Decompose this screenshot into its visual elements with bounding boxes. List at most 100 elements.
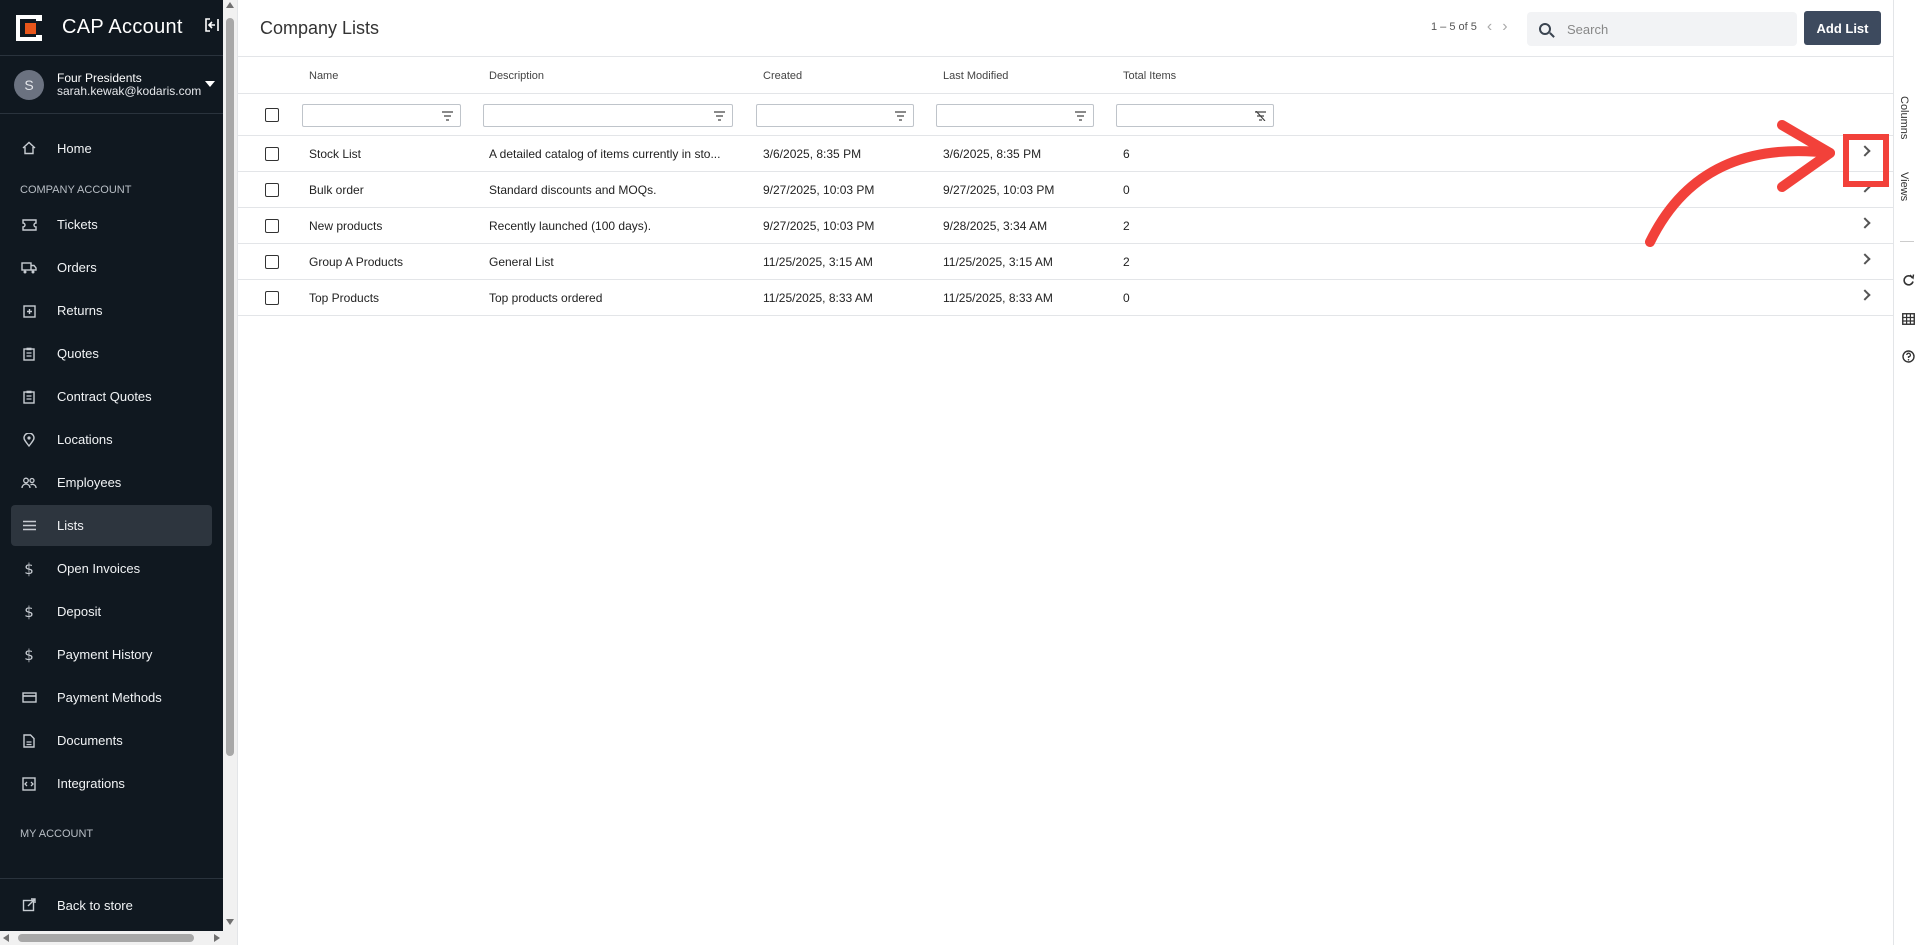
sidebar-item-label: Tickets: [57, 217, 98, 232]
last-modified-filter-input[interactable]: [936, 104, 1094, 127]
total-items-filter-input[interactable]: [1116, 104, 1274, 127]
sidebar-item-locations[interactable]: Locations: [11, 419, 212, 460]
sidebar-item-home[interactable]: Home: [11, 128, 212, 168]
sidebar-item-label: Orders: [57, 260, 97, 275]
cell-total-items: 2: [1123, 219, 1130, 233]
sidebar-item-quotes[interactable]: Quotes: [11, 333, 212, 374]
row-checkbox[interactable]: [265, 147, 279, 161]
column-header-description[interactable]: Description: [489, 70, 544, 82]
sidebar-item-documents[interactable]: Documents: [11, 720, 212, 761]
filter-icon[interactable]: [442, 111, 453, 121]
table-row[interactable]: New products Recently launched (100 days)…: [238, 208, 1894, 244]
filter-icon[interactable]: [714, 111, 725, 121]
name-filter-input[interactable]: [302, 104, 461, 127]
rail-divider: [1900, 241, 1914, 242]
sidebar-item-label: Payment Methods: [57, 690, 162, 705]
integration-icon: [21, 776, 37, 792]
select-all-checkbox[interactable]: [265, 108, 279, 122]
pagination-range: 1 – 5 of 5: [1431, 21, 1477, 33]
sidebar-item-employees[interactable]: Employees: [11, 462, 212, 503]
right-side-rail: Columns Views: [1893, 0, 1920, 945]
sidebar-item-payment-history[interactable]: $ Payment History: [11, 634, 212, 675]
add-list-button[interactable]: Add List: [1804, 11, 1881, 45]
account-name: Four Presidents: [57, 70, 142, 85]
sidebar-item-label: Integrations: [57, 776, 125, 791]
cell-name: Stock List: [309, 147, 362, 161]
logout-icon[interactable]: [203, 16, 221, 39]
caret-down-icon[interactable]: [205, 81, 215, 87]
table-row[interactable]: Top Products Top products ordered 11/25/20…: [238, 280, 1894, 316]
clipboard-icon: [21, 346, 37, 362]
views-tab[interactable]: Views: [1898, 172, 1910, 201]
table-row[interactable]: Group A Products General List 11/25/2025, …: [238, 244, 1894, 280]
sidebar-item-deposit[interactable]: $ Deposit: [11, 591, 212, 632]
cell-name: Top Products: [309, 291, 380, 305]
cell-last-modified: 9/28/2025, 3:34 AM: [943, 219, 1048, 233]
vertical-scrollbar[interactable]: [223, 0, 237, 945]
cell-total-items: 6: [1123, 147, 1130, 161]
filter-icon[interactable]: [1075, 111, 1086, 121]
row-checkbox[interactable]: [265, 183, 279, 197]
cell-created: 3/6/2025, 8:35 PM: [763, 147, 862, 161]
sidebar-item-orders[interactable]: Orders: [11, 247, 212, 288]
column-header-name[interactable]: Name: [309, 70, 338, 82]
chevron-left-icon[interactable]: ‹: [1487, 19, 1492, 35]
table-grid-icon[interactable]: [1900, 313, 1916, 328]
section-label-company: COMPANY ACCOUNT: [20, 184, 132, 196]
sidebar-item-payment-methods[interactable]: Payment Methods: [11, 677, 212, 718]
lists-table: Name Description Created Last Modified T…: [238, 57, 1894, 316]
cell-description: Standard discounts and MOQs.: [489, 183, 657, 197]
sidebar-nav: Tickets Orders Returns Quotes Contract Quote…: [0, 204, 223, 804]
sidebar-item-lists[interactable]: Lists: [11, 505, 212, 546]
row-checkbox[interactable]: [265, 291, 279, 305]
row-checkbox[interactable]: [265, 219, 279, 233]
sidebar-item-contract-quotes[interactable]: Contract Quotes: [11, 376, 212, 417]
row-checkbox[interactable]: [265, 255, 279, 269]
back-to-store-link[interactable]: Back to store: [11, 885, 212, 925]
column-header-last-modified[interactable]: Last Modified: [943, 70, 1008, 82]
cell-created: 9/27/2025, 10:03 PM: [763, 219, 875, 233]
created-filter-input[interactable]: [756, 104, 914, 127]
sidebar-item-open-invoices[interactable]: $ Open Invoices: [11, 548, 212, 589]
table-row[interactable]: Bulk order Standard discounts and MOQs. 9/…: [238, 172, 1894, 208]
refresh-icon[interactable]: [1900, 274, 1916, 290]
account-switcher[interactable]: S Four Presidents sarah.kewak@kodaris.co…: [0, 56, 223, 114]
home-icon: [21, 140, 37, 156]
sidebar-item-label: Returns: [57, 303, 103, 318]
columns-tab[interactable]: Columns: [1898, 96, 1910, 139]
help-circle-icon[interactable]: [1900, 350, 1916, 366]
description-filter-input[interactable]: [483, 104, 733, 127]
row-open-chevron-icon[interactable]: [1859, 253, 1871, 265]
cell-name: Group A Products: [309, 255, 404, 269]
horizontal-scrollbar[interactable]: [0, 931, 223, 945]
cell-total-items: 0: [1123, 183, 1130, 197]
cell-created: 11/25/2025, 8:33 AM: [763, 291, 873, 305]
sidebar-item-returns[interactable]: Returns: [11, 290, 212, 331]
column-header-created[interactable]: Created: [763, 70, 802, 82]
sidebar-item-label: Employees: [57, 475, 122, 490]
column-header-total-items[interactable]: Total Items: [1123, 70, 1176, 82]
sidebar-item-label: Home: [57, 140, 92, 156]
search-input[interactable]: [1567, 21, 1787, 37]
cell-description: A detailed catalog of items currently in…: [489, 147, 721, 161]
kodaris-logo[interactable]: [16, 14, 42, 41]
cell-last-modified: 9/27/2025, 10:03 PM: [943, 183, 1055, 197]
filter-off-icon[interactable]: [1255, 111, 1266, 121]
table-row[interactable]: Stock List A detailed catalog of items cu…: [238, 136, 1894, 172]
people-icon: [21, 475, 37, 491]
row-open-chevron-icon[interactable]: [1859, 217, 1871, 229]
app-title: CAP Account: [62, 16, 183, 38]
row-open-chevron-icon[interactable]: [1859, 289, 1871, 301]
sidebar-item-integrations[interactable]: Integrations: [11, 763, 212, 804]
dollar-icon: $: [24, 559, 34, 578]
cell-last-modified: 11/25/2025, 3:15 AM: [943, 255, 1053, 269]
sidebar-item-tickets[interactable]: Tickets: [11, 204, 212, 245]
table-body: Stock List A detailed catalog of items cu…: [238, 136, 1894, 316]
cell-name: Bulk order: [309, 183, 364, 197]
cell-last-modified: 11/25/2025, 8:33 AM: [943, 291, 1053, 305]
pagination: 1 – 5 of 5 ‹ ›: [1431, 19, 1508, 35]
filter-icon[interactable]: [895, 111, 906, 121]
chevron-right-icon[interactable]: ›: [1502, 19, 1507, 35]
sidebar-item-label: Locations: [57, 432, 113, 447]
sidebar-header: CAP Account: [0, 0, 223, 56]
